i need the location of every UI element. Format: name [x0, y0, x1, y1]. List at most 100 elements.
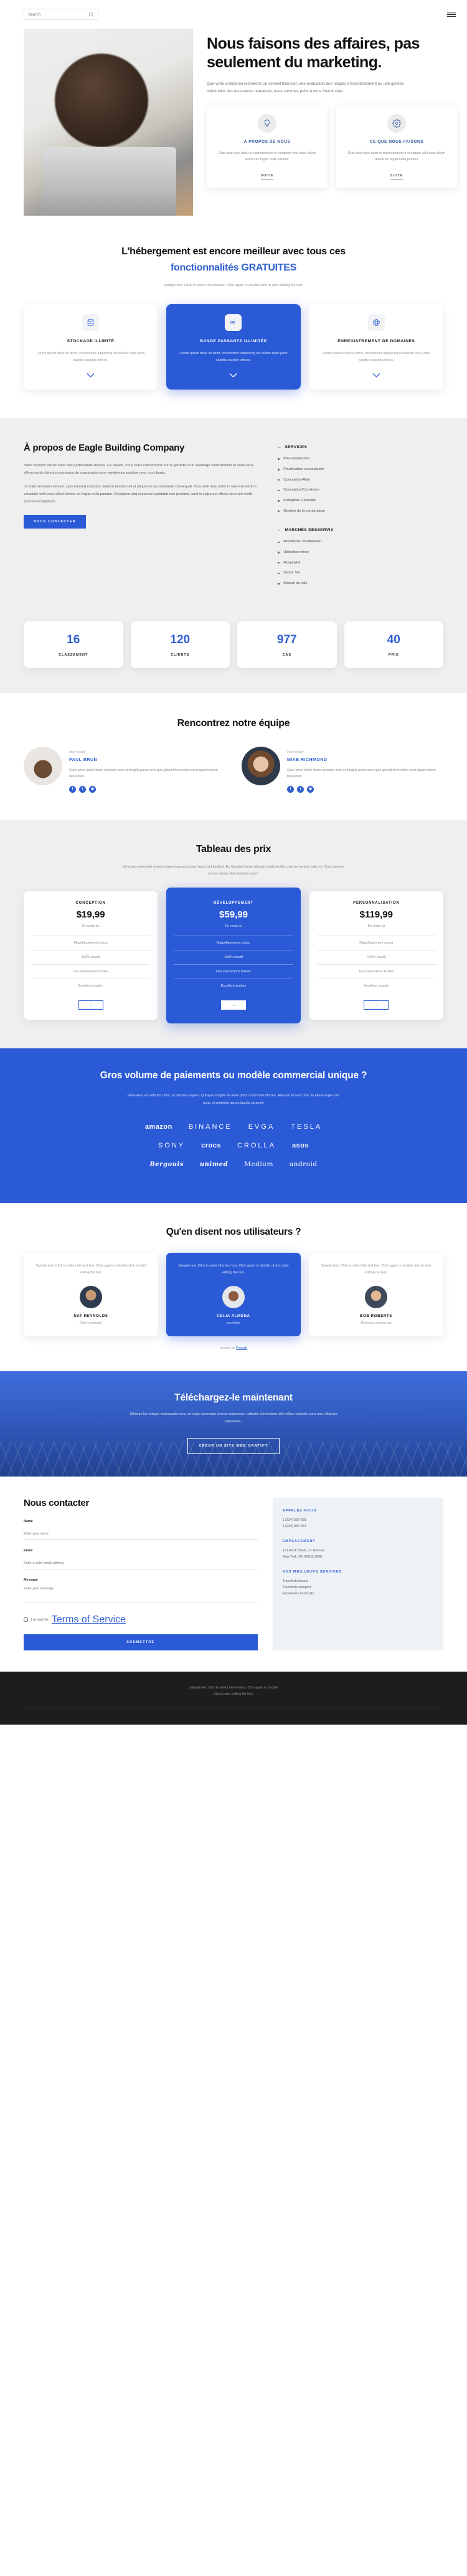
facebook-icon[interactable]: f: [69, 785, 76, 793]
image-credit-link[interactable]: Freepik: [236, 1346, 247, 1350]
pricing-description: Vel risus commodo viverra maecenas accum…: [122, 864, 345, 876]
list-item: Pré-construction: [276, 456, 443, 462]
arrow-right-icon: →: [276, 444, 282, 450]
team-member-paul-brun: chef créatif PAUL BRUN Glavi amet ritnis…: [24, 746, 225, 793]
feature-card-domains[interactable]: ENREGISTREMENT DE DOMAINES Lorem ipsum d…: [309, 304, 443, 390]
stat-value: 16: [67, 633, 80, 646]
about-lists: → SERVICES Pré-construction Planificatio…: [276, 442, 443, 600]
plan-select-button[interactable]: →: [364, 1000, 389, 1010]
contact-form: Nous contacter Name Email Message I acce…: [24, 1498, 258, 1650]
testimonial-card-bob-roberts[interactable]: Sample text. Click to select the text bo…: [309, 1253, 443, 1337]
list-item: Entreprise Générale: [276, 498, 443, 504]
brands-title: Gros volume de paiements ou modèle comme…: [100, 1070, 367, 1081]
hero-card-link[interactable]: SUITE: [390, 174, 403, 180]
feature-card-bandwidth[interactable]: BANDE PASSANTE ILLIMITÉE Lorem ipsum dol…: [166, 304, 301, 390]
infinity-icon: [225, 314, 242, 331]
chevron-down-icon[interactable]: [175, 370, 291, 381]
team-members: chef créatif PAUL BRUN Glavi amet ritnis…: [24, 746, 443, 793]
instagram-icon[interactable]: ◉: [307, 785, 314, 793]
testimonial-card-celia-almeda[interactable]: Sample text. Click to select the text bo…: [166, 1253, 301, 1337]
gear-icon: [387, 113, 406, 133]
menu-bar-1: [447, 11, 456, 13]
plan-select-button[interactable]: →: [78, 1000, 103, 1010]
plan-note: En route ici: [367, 924, 385, 928]
contact-info-call: APPELEZ-NOUS 1 (234) 567-891 1 (234) 987…: [283, 1509, 433, 1530]
brand-logo-android: android: [289, 1161, 318, 1169]
stat-label: CLASSEMENT: [59, 653, 88, 657]
plan-note: En route ici: [225, 924, 242, 928]
contact-us-button[interactable]: NOUS CONTACTER: [24, 515, 86, 529]
feature-card-storage[interactable]: STOCKAGE ILLIMITÉ Lorem ipsum dolor sit …: [24, 304, 158, 390]
feature-card-text: Lorem ipsum dolor sit amet, consectetur …: [37, 352, 145, 362]
list-item: Utilisation mixte: [276, 550, 443, 555]
price-card-personnalisation[interactable]: PERSONNALISATION $119,99 En route ici Ma…: [309, 891, 443, 1020]
member-role: chef créatif: [69, 750, 86, 754]
avatar: [365, 1286, 387, 1309]
services-heading: → SERVICES: [276, 444, 443, 449]
message-input[interactable]: [24, 1584, 258, 1602]
chevron-down-icon[interactable]: [32, 370, 149, 381]
twitter-icon[interactable]: t: [79, 785, 86, 793]
avatar: [222, 1286, 245, 1309]
price-card-developpement[interactable]: DÉVELOPPEMENT $59,99 En route ici Magnif…: [166, 887, 301, 1023]
hero-content: Nous faisons des affaires, pas seulement…: [207, 29, 467, 216]
pricing-section: Tableau des prix Vel risus commodo viver…: [0, 820, 467, 1048]
stat-label: PRIX: [388, 653, 399, 657]
brand-logo-crocs: crocs: [201, 1142, 221, 1150]
create-free-website-button[interactable]: CRÉER UN SITE WEB GRATUIT: [187, 1437, 280, 1454]
brand-logo-asos: asos: [292, 1142, 309, 1150]
address-line-1: 121 Rock Street, 21 Avenue,: [282, 1548, 326, 1553]
brand-row-2: SONY crocs CROLLA asos: [24, 1142, 443, 1149]
hero-card-about[interactable]: À PROPOS DE NOUS Duis aute irure dolor i…: [207, 105, 328, 189]
list-item: 100% réactif: [174, 949, 293, 964]
hero-section: Nous faisons des affaires, pas seulement…: [0, 29, 467, 216]
brand-logo-tesla: TESLA: [291, 1123, 323, 1131]
email-input[interactable]: [24, 1559, 258, 1569]
services-list: Transferts locaux Transferts aéroport Ex…: [283, 1578, 433, 1597]
feature-card-text: Lorem ipsum dolor sit amet, consectetur …: [322, 352, 430, 362]
plan-select-button[interactable]: →: [220, 1000, 246, 1010]
plan-price: $19,99: [76, 909, 105, 920]
name-input[interactable]: [24, 1530, 258, 1540]
search-input[interactable]: [28, 12, 88, 17]
price-card-conception[interactable]: CONCEPTION $19,99 En route ici Magnifiqu…: [24, 891, 158, 1020]
hero-card-title: CE QUE NOUS FAISONS: [369, 139, 424, 144]
chevron-down-icon[interactable]: [318, 370, 435, 381]
avatar: [24, 746, 62, 785]
hero-card-what-we-do[interactable]: CE QUE NOUS FAISONS Duis aute irure dolo…: [336, 105, 457, 189]
feature-card-title: STOCKAGE ILLIMITÉ: [67, 338, 115, 343]
services-heading-label: SERVICES: [285, 444, 308, 449]
about-paragraph-1: Notre mission est de créer des partenari…: [24, 464, 254, 475]
markets-heading: → MARCHÉS DESSERVIS: [276, 527, 443, 532]
hero-card-link[interactable]: SUITE: [260, 174, 274, 180]
list-item: Magnifiquement conçu: [174, 935, 293, 950]
submit-button[interactable]: SOUMETTRE: [24, 1634, 258, 1650]
contact-info-heading: APPELEZ-NOUS: [282, 1508, 317, 1513]
phone-2: 1 (234) 987-654: [282, 1524, 307, 1528]
features-subtitle: Sample text. Click to select the text bo…: [164, 283, 303, 287]
field-email: Email: [24, 1549, 258, 1569]
member-socials: f t ◉: [69, 785, 225, 793]
download-description: Ultricies leo integer malesuada nunc vel…: [130, 1412, 337, 1424]
menu-bar-3: [447, 16, 456, 17]
brand-row-3: Bergouis unimed Medium android: [24, 1161, 443, 1168]
field-label: Name: [24, 1519, 33, 1523]
search-icon[interactable]: [88, 12, 94, 17]
database-icon: [82, 314, 100, 331]
field-label: Message: [24, 1578, 38, 1582]
stat-card-cas: 977 CAS: [237, 621, 337, 668]
facebook-icon[interactable]: f: [287, 785, 294, 793]
list-item: Excellent soutien: [316, 978, 436, 993]
menu-button[interactable]: [447, 11, 456, 17]
address-line-2: New York, NY 92103-9000: [282, 1554, 323, 1559]
twitter-icon[interactable]: t: [297, 785, 304, 793]
instagram-icon[interactable]: ◉: [89, 785, 96, 793]
contact-info-services: NOS MEILLEURS SERVICES Transferts locaux…: [283, 1570, 433, 1597]
search-box[interactable]: [24, 9, 98, 20]
member-name: MIKE RICHMOND: [287, 757, 328, 762]
list-item: 100% réactif: [31, 949, 151, 964]
consent-checkbox[interactable]: [24, 1617, 28, 1622]
testimonial-card-nat-reynolds[interactable]: Sample text. Click to select the text bo…: [24, 1253, 158, 1337]
stat-label: CAS: [282, 653, 291, 657]
terms-of-service-link[interactable]: Terms of Service: [52, 1614, 126, 1626]
